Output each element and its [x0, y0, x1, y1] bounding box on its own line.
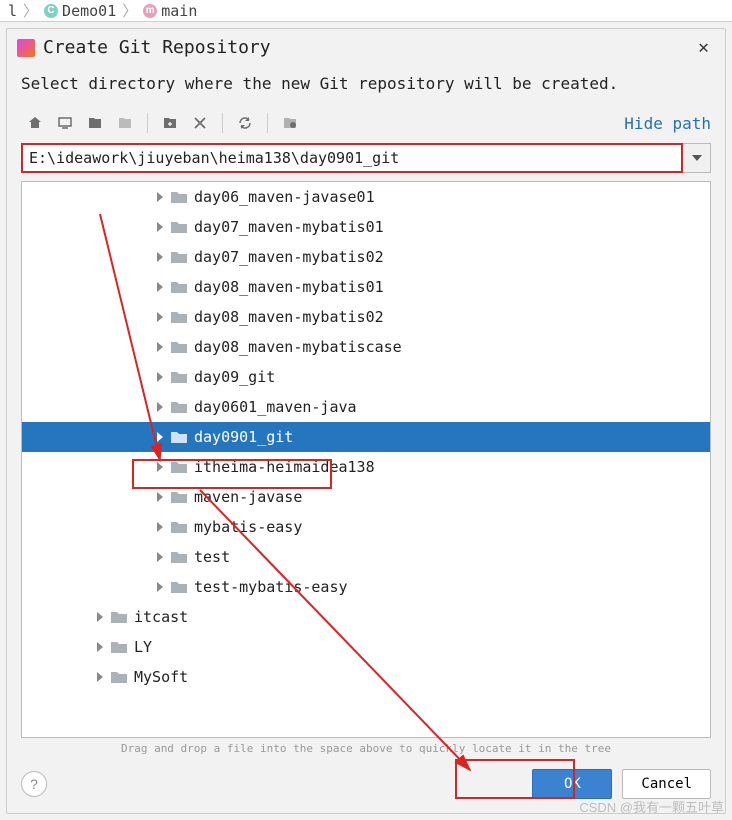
tree-item-label: mybatis-easy — [194, 518, 302, 536]
tree-row[interactable]: day07_maven-mybatis02 — [22, 242, 710, 272]
tree-row[interactable]: mybatis-easy — [22, 512, 710, 542]
chevron-right-icon[interactable] — [152, 462, 168, 472]
cancel-button[interactable]: Cancel — [622, 769, 711, 799]
chevron-right-icon[interactable] — [152, 372, 168, 382]
tree-row[interactable]: MySoft — [22, 662, 710, 692]
tree-hint: Drag and drop a file into the space abov… — [7, 740, 725, 761]
chevron-right-icon: 〉 — [23, 0, 38, 21]
show-hidden-icon[interactable] — [276, 111, 304, 135]
chevron-right-icon[interactable] — [92, 672, 108, 682]
chevron-right-icon[interactable] — [152, 552, 168, 562]
chevron-right-icon[interactable] — [152, 492, 168, 502]
tree-row[interactable]: day09_git — [22, 362, 710, 392]
tree-item-label: day07_maven-mybatis02 — [194, 248, 384, 266]
dialog-subtitle: Select directory where the new Git repos… — [7, 66, 725, 107]
breadcrumb-label: main — [161, 2, 197, 20]
chevron-right-icon[interactable] — [152, 582, 168, 592]
tree-item-label: LY — [134, 638, 152, 656]
tree-row[interactable]: itcast — [22, 602, 710, 632]
chevron-right-icon: 〉 — [122, 0, 137, 21]
new-folder-icon[interactable] — [156, 111, 184, 135]
chevron-right-icon[interactable] — [152, 312, 168, 322]
tree-item-label: day08_maven-mybatis01 — [194, 278, 384, 296]
help-button[interactable]: ? — [21, 771, 47, 797]
close-button[interactable]: ✕ — [692, 35, 715, 60]
intellij-icon — [17, 39, 35, 57]
tree-item-label: itheima-heimaidea138 — [194, 458, 375, 476]
chevron-right-icon[interactable] — [92, 612, 108, 622]
tree-row[interactable]: itheima-heimaidea138 — [22, 452, 710, 482]
tree-item-label: test — [194, 548, 230, 566]
tree-item-label: MySoft — [134, 668, 188, 686]
tree-item-label: day08_maven-mybatiscase — [194, 338, 402, 356]
tree-row[interactable]: LY — [22, 632, 710, 662]
chevron-right-icon[interactable] — [152, 522, 168, 532]
chevron-right-icon[interactable] — [152, 432, 168, 442]
chevron-right-icon[interactable] — [92, 642, 108, 652]
tree-item-label: day06_maven-javase01 — [194, 188, 375, 206]
tree-item-label: maven-javase — [194, 488, 302, 506]
breadcrumb-item-l[interactable]: l — [4, 2, 21, 20]
hide-path-link[interactable]: Hide path — [624, 114, 711, 133]
separator — [147, 113, 148, 133]
path-dropdown-button[interactable] — [683, 143, 711, 173]
tree-row[interactable]: day07_maven-mybatis01 — [22, 212, 710, 242]
chevron-right-icon[interactable] — [152, 282, 168, 292]
breadcrumb-item-demo01[interactable]: C Demo01 — [40, 2, 120, 20]
tree-row[interactable]: test — [22, 542, 710, 572]
toolbar: Hide path — [7, 107, 725, 139]
tree-item-label: day09_git — [194, 368, 275, 386]
method-icon: m — [143, 4, 157, 18]
module-icon — [111, 111, 139, 135]
chevron-right-icon[interactable] — [152, 252, 168, 262]
path-input[interactable] — [21, 143, 683, 173]
tree-row[interactable]: day0601_maven-java — [22, 392, 710, 422]
tree-row[interactable]: day08_maven-mybatis02 — [22, 302, 710, 332]
watermark: CSDN @我有一颗五叶草 — [579, 797, 724, 816]
separator — [267, 113, 268, 133]
chevron-right-icon[interactable] — [152, 222, 168, 232]
tree-row[interactable]: day06_maven-javase01 — [22, 182, 710, 212]
delete-icon[interactable] — [186, 111, 214, 135]
tree-item-label: day0901_git — [194, 428, 293, 446]
tree-row[interactable]: test-mybatis-easy — [22, 572, 710, 602]
breadcrumb: l 〉 C Demo01 〉 m main — [0, 0, 732, 22]
dialog-title: Create Git Repository — [43, 37, 271, 58]
tree-row[interactable]: maven-javase — [22, 482, 710, 512]
chevron-right-icon[interactable] — [152, 402, 168, 412]
tree-item-label: test-mybatis-easy — [194, 578, 348, 596]
directory-tree[interactable]: day06_maven-javase01 day07_maven-mybatis0… — [21, 181, 711, 738]
breadcrumb-label: Demo01 — [62, 2, 116, 20]
tree-item-label: day07_maven-mybatis01 — [194, 218, 384, 236]
desktop-icon[interactable] — [51, 111, 79, 135]
dialog-create-git-repo: Create Git Repository ✕ Select directory… — [6, 28, 726, 814]
chevron-right-icon[interactable] — [152, 342, 168, 352]
separator — [222, 113, 223, 133]
refresh-icon[interactable] — [231, 111, 259, 135]
project-icon[interactable] — [81, 111, 109, 135]
home-icon[interactable] — [21, 111, 49, 135]
titlebar: Create Git Repository ✕ — [7, 29, 725, 66]
chevron-right-icon[interactable] — [152, 192, 168, 202]
tree-item-label: itcast — [134, 608, 188, 626]
class-icon: C — [44, 4, 58, 18]
tree-row[interactable]: day08_maven-mybatis01 — [22, 272, 710, 302]
breadcrumb-item-main[interactable]: m main — [139, 2, 201, 20]
tree-item-label: day0601_maven-java — [194, 398, 357, 416]
tree-row[interactable]: day08_maven-mybatiscase — [22, 332, 710, 362]
ok-button[interactable]: OK — [532, 769, 612, 799]
tree-item-label: day08_maven-mybatis02 — [194, 308, 384, 326]
tree-row[interactable]: day0901_git — [22, 422, 710, 452]
